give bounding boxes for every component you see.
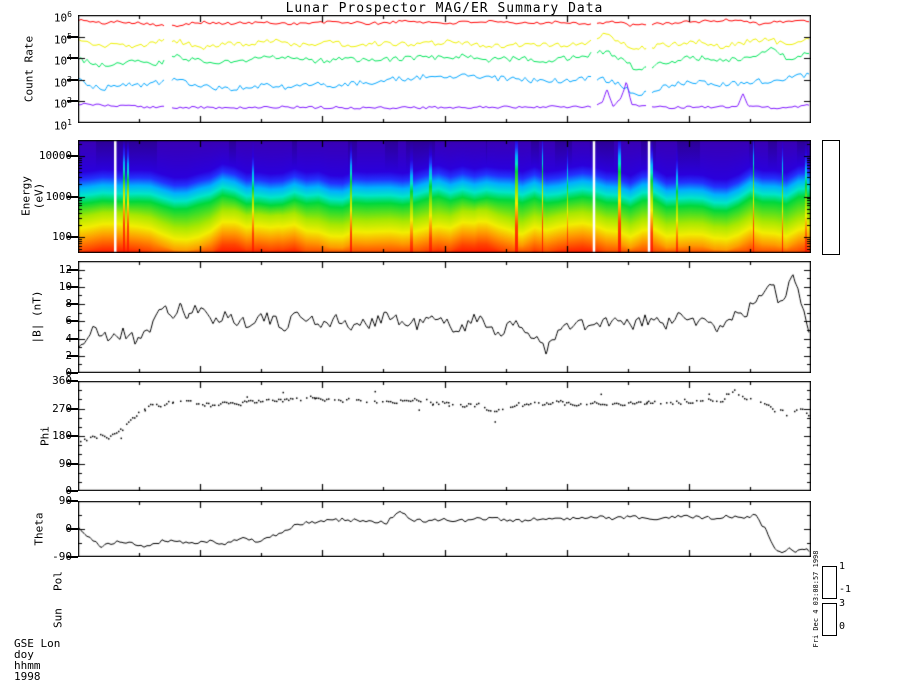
y-axis-outward-tick	[67, 337, 78, 340]
theta-panel	[78, 501, 811, 557]
sun-colorbar	[822, 603, 837, 636]
spectrogram-colorbar	[822, 140, 840, 255]
y-axis-outward-tick	[67, 57, 78, 60]
y-tick-label: 104	[53, 53, 72, 68]
y-axis-outward-tick	[67, 285, 78, 288]
y-axis-outward-tick	[67, 435, 78, 437]
y-tick-label: 10	[58, 279, 72, 293]
y-axis-outward-tick	[67, 462, 78, 465]
y-tick-label: 0	[14, 523, 72, 535]
lunar-prospector-summary-plot: Lunar Prospector MAG/ER Summary Data Cou…	[0, 0, 900, 700]
energy-spectrogram-panel	[78, 140, 811, 253]
y-axis-title-pol: Pol	[51, 571, 65, 591]
y-axis-outward-tick	[67, 78, 78, 81]
y-axis-outward-tick	[67, 320, 78, 323]
y-axis-outward-tick	[67, 35, 78, 38]
y-tick-label: 2	[14, 349, 72, 362]
y-tick-label: 360	[52, 374, 72, 387]
y-axis-outward-tick	[67, 155, 78, 158]
y-axis-outward-tick	[67, 100, 78, 103]
pol-panel	[78, 566, 811, 597]
y-tick-label: 6	[14, 315, 72, 327]
y-tick-label: 8	[14, 298, 72, 310]
y-axis-outward-tick	[67, 407, 78, 410]
y-axis-outward-tick	[67, 268, 78, 271]
y-tick-label: 103	[53, 75, 72, 90]
b-magnitude-canvas	[78, 261, 811, 373]
y-tick-label: 101	[53, 118, 72, 133]
y-tick-label: -90	[52, 550, 72, 563]
y-axis-outward-tick	[67, 303, 78, 306]
y-tick-label: 106	[53, 10, 72, 25]
sun-colorbar-min-label: 0	[839, 621, 846, 632]
y-tick-label: 1000	[45, 189, 73, 203]
y-tick-label: 10000	[38, 149, 72, 163]
y-axis-outward-tick	[67, 380, 78, 382]
y-tick-label: 102	[53, 96, 72, 112]
sun-colorbar-max-label: 3	[839, 598, 846, 609]
y-axis-outward-tick	[67, 528, 78, 530]
energy-spectrogram-canvas	[78, 140, 811, 253]
y-tick-label: 105	[53, 32, 72, 47]
y-axis-outward-tick	[67, 490, 78, 492]
y-tick-label: 12	[58, 262, 72, 276]
theta-canvas	[78, 501, 811, 557]
pol-colorbar-min-label: -1	[839, 584, 852, 595]
y-tick-label: 180	[52, 429, 72, 442]
y-axis-title-sun: Sun	[51, 608, 65, 628]
y-axis-outward-tick	[67, 556, 78, 558]
phi-canvas	[78, 381, 811, 491]
bmag-panel	[78, 261, 811, 373]
y-tick-label: 270	[52, 401, 72, 415]
pol-colorbar-max-label: 1	[839, 561, 846, 572]
y-tick-label: 90	[58, 456, 72, 470]
pol-colorbar	[822, 566, 837, 599]
y-axis-outward-tick	[67, 235, 78, 238]
count-rate-panel	[78, 15, 811, 123]
y-axis-outward-tick	[67, 500, 78, 502]
y-tick-label: 100	[52, 229, 72, 243]
y-axis-outward-tick	[67, 195, 78, 198]
y-tick-label: 4	[14, 332, 72, 345]
creation-timestamp: Fri Dec 4 03:08:57 1998	[812, 550, 820, 648]
bottom-row-header-year: 1998	[14, 670, 41, 683]
y-tick-label: 90	[58, 494, 72, 507]
phi-panel	[78, 381, 811, 491]
y-axis-outward-tick	[67, 354, 78, 357]
plot-title: Lunar Prospector MAG/ER Summary Data	[285, 1, 604, 16]
count-rate-canvas	[78, 15, 811, 123]
